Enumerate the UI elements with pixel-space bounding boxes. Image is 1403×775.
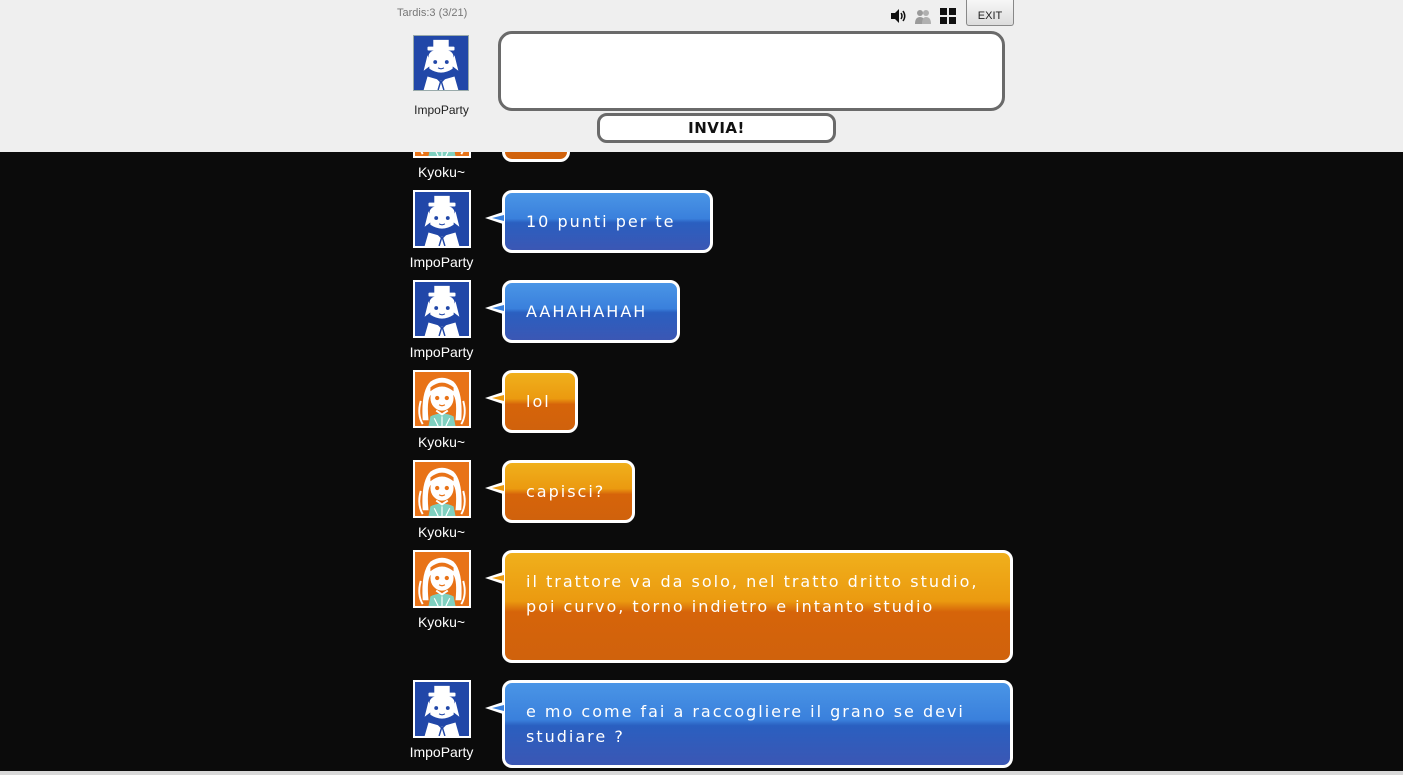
- message-username: Kyoku~: [417, 524, 466, 540]
- user-avatar-impoparty[interactable]: [413, 680, 471, 738]
- message-username: Kyoku~: [417, 614, 466, 630]
- user-avatar-impoparty[interactable]: [413, 280, 471, 338]
- user-avatar-impoparty[interactable]: [413, 190, 471, 248]
- bubble-tail-inner: [492, 575, 504, 581]
- room-status: Tardis:3 (3/21): [397, 7, 468, 19]
- bubble-tail-inner: [492, 215, 504, 221]
- speaker-icon[interactable]: [889, 8, 907, 24]
- message-username: Kyoku~: [417, 164, 466, 180]
- grid-layout-icon[interactable]: [939, 8, 957, 24]
- message-bubble: capisci?: [502, 460, 635, 523]
- message-username: ImpoParty: [409, 344, 474, 360]
- message-input[interactable]: [498, 31, 1005, 111]
- self-avatar[interactable]: [413, 35, 469, 91]
- message-bubble: il trattore va da solo, nel tratto dritt…: [502, 550, 1013, 663]
- exit-button[interactable]: EXIT: [966, 0, 1014, 26]
- taskbar-strip: [0, 771, 1403, 775]
- message-username: ImpoParty: [409, 744, 474, 760]
- bubble-tail-inner: [492, 705, 504, 711]
- message-username: Kyoku~: [417, 434, 466, 450]
- bubble-tail-inner: [492, 305, 504, 311]
- users-icon[interactable]: [914, 8, 932, 24]
- bubble-tail-inner: [492, 485, 504, 491]
- user-avatar-kyoku[interactable]: [413, 460, 471, 518]
- message-bubble: e mo come fai a raccogliere il grano se …: [502, 680, 1013, 768]
- send-button[interactable]: INVIA!: [597, 113, 836, 143]
- chat-header: Tardis:3 (3/21) EXIT ImpoParty INVIA!: [0, 0, 1403, 152]
- bubble-tail-inner: [492, 395, 504, 401]
- user-avatar-kyoku[interactable]: [413, 370, 471, 428]
- message-bubble: lol: [502, 370, 578, 433]
- message-username: ImpoParty: [409, 254, 474, 270]
- message-bubble: AAHAHAHAH: [502, 280, 680, 343]
- self-username: ImpoParty: [414, 103, 469, 117]
- user-avatar-kyoku[interactable]: [413, 550, 471, 608]
- message-bubble: 10 punti per te: [502, 190, 713, 253]
